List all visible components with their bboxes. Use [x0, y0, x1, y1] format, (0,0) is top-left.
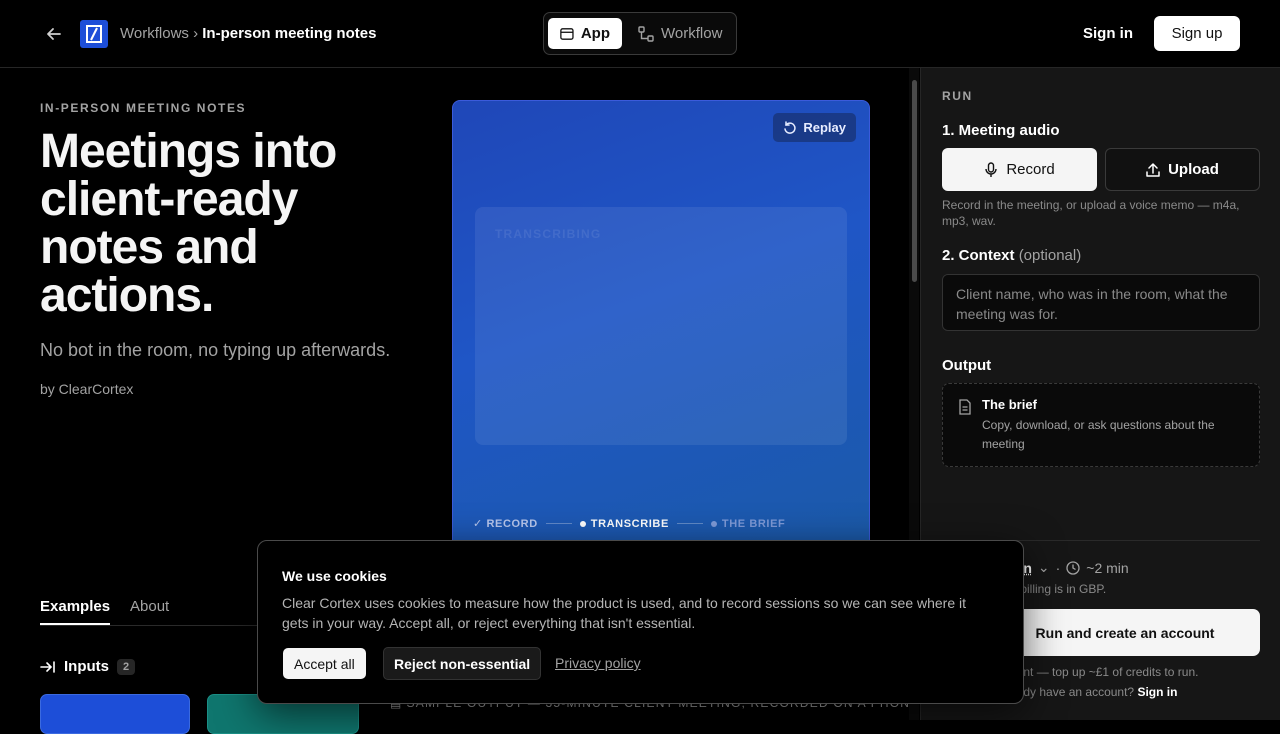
example-thumbnail[interactable] [40, 694, 190, 734]
context-label: 2. Context (optional) [942, 247, 1082, 264]
replay-button[interactable]: Replay [773, 113, 856, 142]
inputs-header: Inputs 2 [40, 658, 136, 675]
cookie-banner: We use cookies Clear Cortex uses cookies… [257, 540, 1024, 704]
record-button[interactable]: Record [942, 148, 1097, 191]
upload-icon [1146, 162, 1160, 177]
chevron-down-icon[interactable]: ⌄ [1038, 559, 1050, 576]
meta-separator: · [1055, 559, 1061, 576]
tab-about[interactable]: About [130, 598, 169, 615]
tab-examples[interactable]: Examples [40, 598, 111, 625]
top-bar: Workflows › In-person meeting notes App … [0, 0, 1280, 68]
breadcrumb-workflows[interactable]: Workflows [120, 25, 189, 42]
cookie-title: We use cookies [282, 568, 387, 584]
pending-dot-icon [710, 520, 717, 527]
preview-inner-card: TRANSCRIBING [475, 207, 847, 445]
optional-tag: (optional) [1018, 247, 1082, 264]
record-label: Record [1006, 161, 1055, 178]
accept-all-button[interactable]: Accept all [283, 648, 366, 679]
step-record: ✓ RECORD [473, 518, 538, 530]
step-the-brief: THE BRIEF [710, 518, 785, 530]
tab-app-label: App [580, 25, 610, 42]
active-dot-icon [579, 520, 586, 527]
replay-label: Replay [803, 120, 846, 135]
reject-non-essential-button[interactable]: Reject non-essential [383, 647, 542, 680]
tab-workflow[interactable]: Workflow [626, 18, 734, 49]
breadcrumb-separator: › [193, 25, 199, 42]
microphone-icon [985, 161, 998, 177]
check-icon: ✓ [473, 518, 487, 530]
step-connector [676, 523, 703, 524]
preview-animation: Replay TRANSCRIBING ✓ RECORD TRANSCRIBE … [452, 100, 870, 550]
window-icon [560, 27, 574, 40]
run-panel-heading: RUN [942, 89, 973, 103]
cookie-text: Clear Cortex uses cookies to measure how… [282, 595, 967, 631]
upload-button[interactable]: Upload [1105, 148, 1260, 191]
page-title: Meetings into client-ready notes and act… [40, 125, 337, 322]
output-card: The brief Copy, download, or ask questio… [942, 383, 1260, 467]
lower-tabs: Examples About [40, 598, 260, 626]
sign-up-button[interactable]: Sign up [1154, 16, 1240, 51]
input-arrow-icon [40, 660, 55, 673]
page-subtitle: No bot in the room, no typing up afterwa… [40, 340, 391, 360]
privacy-policy-link[interactable]: Privacy policy [555, 655, 641, 671]
output-title: The brief [982, 397, 1037, 412]
context-input[interactable] [942, 274, 1260, 331]
replay-icon [784, 120, 797, 134]
upload-label: Upload [1168, 161, 1219, 178]
credits-note: ount — top up ~£1 of credits to run. [1010, 665, 1199, 679]
byline: by ClearCortex [40, 381, 134, 397]
sign-in-link[interactable]: Sign in [1083, 25, 1133, 42]
logo-icon[interactable] [80, 20, 108, 48]
page-eyebrow: IN-PERSON MEETING NOTES [40, 101, 247, 115]
tab-workflow-label: Workflow [661, 25, 723, 42]
inputs-label: Inputs [64, 658, 109, 675]
clock-icon [1066, 560, 1080, 575]
duration: ~2 min [1086, 559, 1129, 576]
view-toggle: App Workflow [543, 12, 737, 55]
meeting-audio-label: 1. Meeting audio [942, 122, 1060, 139]
step-transcribe: TRANSCRIBE [579, 518, 669, 530]
have-account-note: eady have an account? Sign in [1010, 685, 1178, 699]
breadcrumb-current: In-person meeting notes [202, 25, 377, 42]
scrollbar-thumb[interactable] [912, 80, 917, 282]
sign-in-link[interactable]: Sign in [1137, 685, 1177, 699]
transcribing-label: TRANSCRIBING [495, 227, 602, 241]
breadcrumb: Workflows › In-person meeting notes [120, 25, 376, 42]
tab-app[interactable]: App [548, 18, 622, 49]
audio-hint: Record in the meeting, or upload a voice… [942, 198, 1240, 228]
output-description: Copy, download, or ask questions about t… [982, 418, 1215, 451]
document-icon [958, 399, 972, 420]
progress-steps: ✓ RECORD TRANSCRIBE THE BRIEF [473, 517, 785, 531]
workflow-icon [638, 25, 654, 42]
inputs-count-badge: 2 [117, 658, 136, 675]
back-arrow-icon[interactable] [44, 24, 64, 44]
output-label: Output [942, 357, 992, 374]
step-connector [545, 523, 572, 524]
